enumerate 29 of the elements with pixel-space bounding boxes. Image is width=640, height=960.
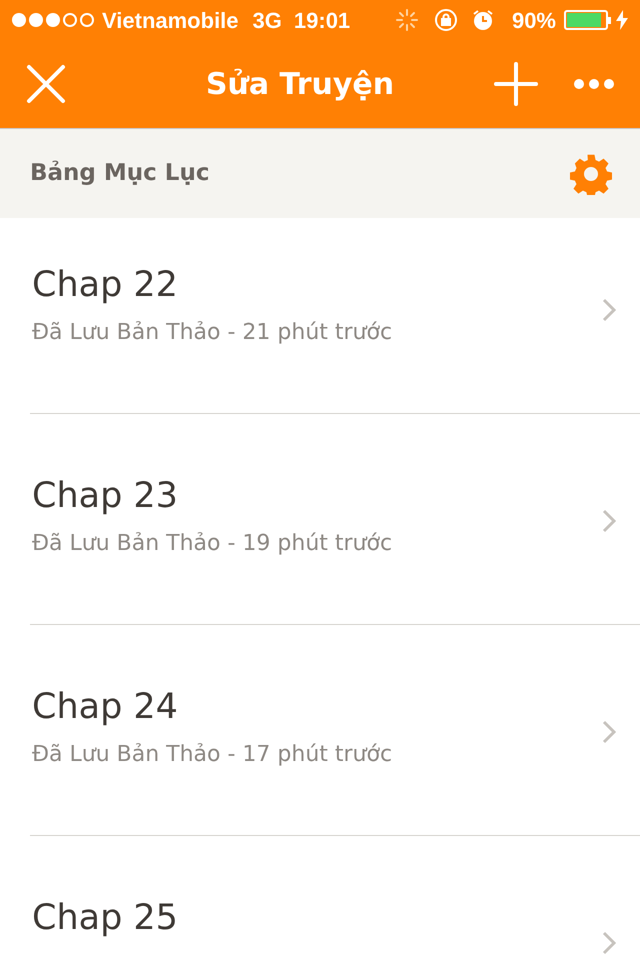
more-button[interactable] (574, 78, 614, 90)
battery-icon (564, 10, 611, 30)
chapter-saved-time: Đã Lưu Bản Thảo - 19 phút trước (32, 530, 394, 558)
chapter-title: Chap 24 (32, 686, 179, 728)
chapter-title: Chap 23 (32, 475, 179, 517)
network-type: 3G (252, 6, 282, 34)
activity-icon (396, 9, 418, 31)
carrier-name: Vietnamobile (102, 6, 239, 34)
battery-percentage: 90% (512, 6, 556, 34)
chapter-title: Chap 25 (32, 897, 179, 939)
screen-title: Sửa Truyện (206, 66, 394, 104)
chapter-row[interactable]: Chap 25 (0, 836, 640, 960)
chapter-row[interactable]: Chap 24 Đã Lưu Bản Thảo - 17 phút trước (0, 625, 640, 835)
rotation-lock-icon (434, 8, 458, 32)
chapter-saved-time: Đã Lưu Bản Thảo - 17 phút trước (32, 741, 394, 769)
chapter-saved-time: Đã Lưu Bản Thảo - 21 phút trước (32, 319, 394, 347)
chapter-row[interactable]: Chap 22 Đã Lưu Bản Thảo - 21 phút trước (0, 218, 640, 413)
status-time: 19:01 (294, 6, 350, 34)
section-title: Bảng Mục Lục (30, 159, 210, 188)
settings-button[interactable] (570, 152, 612, 194)
chevron-icon (602, 298, 616, 322)
close-button[interactable] (26, 64, 66, 104)
chapter-title: Chap 22 (32, 264, 179, 306)
chapter-row[interactable]: Chap 23 Đã Lưu Bản Thảo - 19 phút trước (0, 414, 640, 624)
chevron-icon (602, 931, 616, 955)
chevron-icon (602, 509, 616, 533)
chevron-icon (602, 720, 616, 744)
alarm-icon (472, 9, 494, 31)
add-button[interactable] (494, 62, 538, 106)
